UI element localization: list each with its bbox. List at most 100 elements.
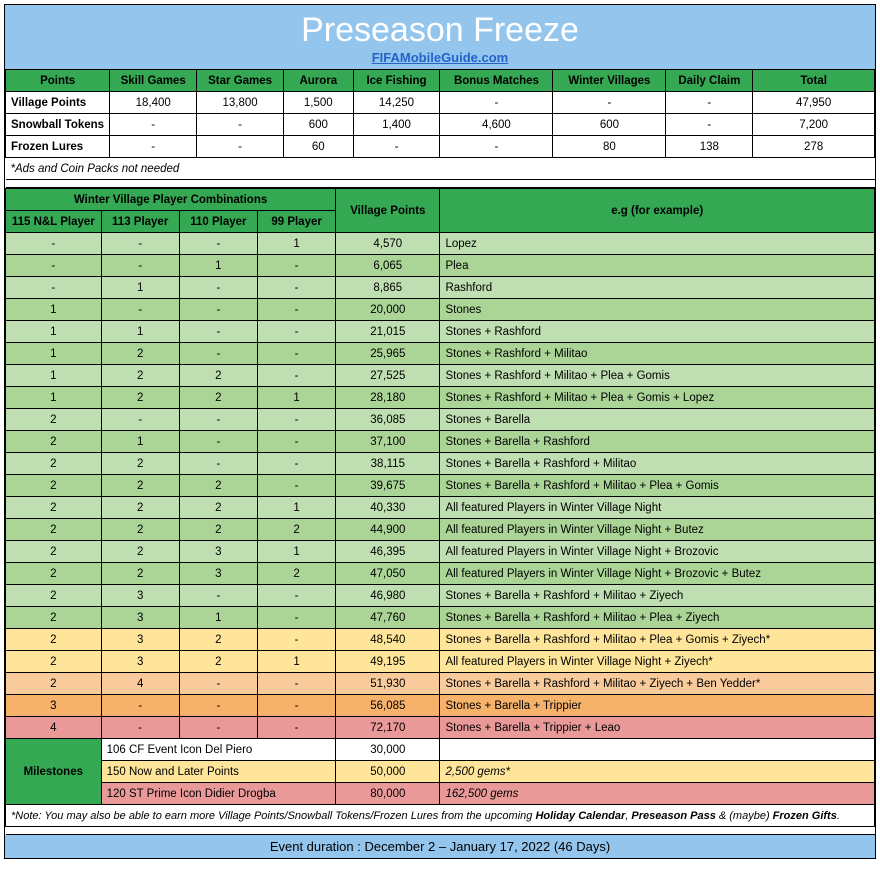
combo-row: 11--21,015Stones + Rashford <box>6 321 875 343</box>
title-bar: Preseason Freeze FIFAMobileGuide.com <box>5 5 875 69</box>
cell: 2 <box>257 563 335 585</box>
example-cell: Stones + Rashford + Militao + Plea + Gom… <box>440 387 875 409</box>
cell: 4 <box>101 673 179 695</box>
points-header-row: Points Skill Games Star Games Aurora Ice… <box>6 70 875 92</box>
cell: 2 <box>101 453 179 475</box>
example-header: e.g (for example) <box>440 189 875 233</box>
points-row: Frozen Lures--60--80138278 <box>6 136 875 158</box>
cell: 39,675 <box>336 475 440 497</box>
cell: - <box>353 136 440 158</box>
milestone-note <box>440 739 875 761</box>
cell: 1 <box>101 277 179 299</box>
cell: 2 <box>6 585 102 607</box>
example-cell: All featured Players in Winter Village N… <box>440 563 875 585</box>
cell: 2 <box>179 651 257 673</box>
cell: - <box>179 717 257 739</box>
col-daily: Daily Claim <box>666 70 753 92</box>
example-cell: Stones + Barella + Trippier <box>440 695 875 717</box>
cell: - <box>257 299 335 321</box>
example-cell: Rashford <box>440 277 875 299</box>
cell: - <box>110 136 197 158</box>
cell: 49,195 <box>336 651 440 673</box>
bottom-note-row: *Note: You may also be able to earn more… <box>6 805 875 827</box>
cell: 2 <box>101 343 179 365</box>
cell: 2 <box>6 607 102 629</box>
cell: 2 <box>6 541 102 563</box>
cell: - <box>179 299 257 321</box>
cell: 3 <box>101 607 179 629</box>
cell: 4 <box>6 717 102 739</box>
cell: 1 <box>179 607 257 629</box>
cell: 2 <box>6 673 102 695</box>
source-link[interactable]: FIFAMobileGuide.com <box>372 50 509 65</box>
cell: 2 <box>6 563 102 585</box>
cell: 1 <box>179 255 257 277</box>
cell: - <box>257 409 335 431</box>
example-cell: Stones + Barella + Rashford + Militao <box>440 453 875 475</box>
cell: 1 <box>101 431 179 453</box>
cell: 2 <box>101 475 179 497</box>
cell: 2 <box>6 629 102 651</box>
combo-row: -1--8,865Rashford <box>6 277 875 299</box>
document-container: Preseason Freeze FIFAMobileGuide.com Poi… <box>4 4 876 859</box>
points-note: *Ads and Coin Packs not needed <box>6 158 875 180</box>
milestone-row: Milestones106 CF Event Icon Del Piero30,… <box>6 739 875 761</box>
cell: 138 <box>666 136 753 158</box>
combo-row: 22--38,115Stones + Barella + Rashford + … <box>6 453 875 475</box>
cell: 60 <box>284 136 354 158</box>
cell: - <box>257 343 335 365</box>
cell: 3 <box>101 629 179 651</box>
cell: 4,570 <box>336 233 440 255</box>
cell: - <box>6 233 102 255</box>
cell: 1 <box>257 387 335 409</box>
cell: - <box>197 114 284 136</box>
cell: 2 <box>6 431 102 453</box>
col-113: 113 Player <box>101 211 179 233</box>
col-total: Total <box>753 70 875 92</box>
row-label: Village Points <box>6 92 110 114</box>
cell: - <box>257 695 335 717</box>
cell: - <box>197 136 284 158</box>
example-cell: All featured Players in Winter Village N… <box>440 541 875 563</box>
milestone-points: 50,000 <box>336 761 440 783</box>
cell: - <box>257 431 335 453</box>
cell: 600 <box>553 114 666 136</box>
cell: - <box>257 277 335 299</box>
example-cell: Stones + Barella + Rashford + Militao + … <box>440 585 875 607</box>
cell: 2 <box>101 365 179 387</box>
cell: 1 <box>257 651 335 673</box>
row-label: Frozen Lures <box>6 136 110 158</box>
cell: 2 <box>179 629 257 651</box>
cell: - <box>257 629 335 651</box>
milestone-row: 150 Now and Later Points50,0002,500 gems… <box>6 761 875 783</box>
combo-row: 222140,330All featured Players in Winter… <box>6 497 875 519</box>
cell: 36,085 <box>336 409 440 431</box>
cell: 20,000 <box>336 299 440 321</box>
combo-row: 223146,395All featured Players in Winter… <box>6 541 875 563</box>
cell: 46,395 <box>336 541 440 563</box>
combo-row: 4---72,170Stones + Barella + Trippier + … <box>6 717 875 739</box>
combo-row: ---14,570Lopez <box>6 233 875 255</box>
cell: - <box>110 114 197 136</box>
example-cell: Stones + Barella <box>440 409 875 431</box>
cell: 2 <box>179 497 257 519</box>
milestone-points: 80,000 <box>336 783 440 805</box>
combo-row: 232149,195All featured Players in Winter… <box>6 651 875 673</box>
cell: - <box>179 321 257 343</box>
example-cell: Lopez <box>440 233 875 255</box>
combo-row: 3---56,085Stones + Barella + Trippier <box>6 695 875 717</box>
cell: 48,540 <box>336 629 440 651</box>
cell: - <box>101 717 179 739</box>
combo-row: 122-27,525Stones + Rashford + Militao + … <box>6 365 875 387</box>
cell: 51,930 <box>336 673 440 695</box>
example-cell: Stones + Rashford + Militao <box>440 343 875 365</box>
cell: - <box>257 321 335 343</box>
col-winter: Winter Villages <box>553 70 666 92</box>
cell: 2 <box>179 387 257 409</box>
points-row: Village Points18,40013,8001,50014,250---… <box>6 92 875 114</box>
cell: - <box>179 409 257 431</box>
cell: 2 <box>101 563 179 585</box>
example-cell: Stones + Rashford <box>440 321 875 343</box>
cell: 38,115 <box>336 453 440 475</box>
cell: - <box>257 365 335 387</box>
